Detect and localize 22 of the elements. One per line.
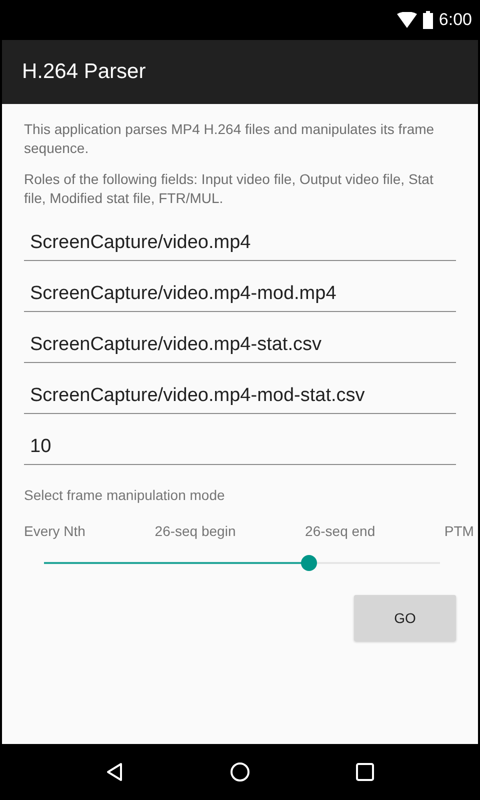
- mode-option-label: 26-seq end: [305, 523, 376, 539]
- mode-slider[interactable]: [44, 553, 440, 573]
- mode-label: Select frame manipulation mode: [24, 487, 226, 503]
- input-field[interactable]: ScreenCapture/video.mp4-mod-stat.csv: [24, 377, 456, 414]
- status-time: 6:00: [438, 10, 472, 30]
- wifi-icon: [396, 12, 417, 28]
- input-field[interactable]: ScreenCapture/video.mp4-stat.csv: [24, 326, 456, 363]
- description-text: This application parses MP4 H.264 files and manipulates its frame sequence.: [24, 120, 436, 158]
- home-icon[interactable]: [230, 762, 250, 782]
- fields-hint-text: Roles of the following fields: Input video file, Output video file, Stat file, Modified stat file, FTR/MUL.: [24, 170, 434, 208]
- recents-icon[interactable]: [355, 762, 376, 782]
- app-title: H.264 Parser: [22, 60, 146, 84]
- battery-icon: [422, 11, 433, 29]
- input-field[interactable]: 10: [24, 428, 456, 465]
- slider-thumb[interactable]: [301, 555, 318, 571]
- mode-option-label: PTM: [444, 523, 474, 539]
- input-field[interactable]: ScreenCapture/video.mp4-mod.mp4: [24, 275, 456, 312]
- mode-option-label: 26-seq begin: [154, 523, 236, 539]
- go-button[interactable]: GO: [354, 595, 456, 641]
- back-icon[interactable]: [104, 762, 125, 782]
- mode-option-label: Every Nth: [24, 523, 86, 539]
- input-field[interactable]: ScreenCapture/video.mp4: [24, 224, 456, 261]
